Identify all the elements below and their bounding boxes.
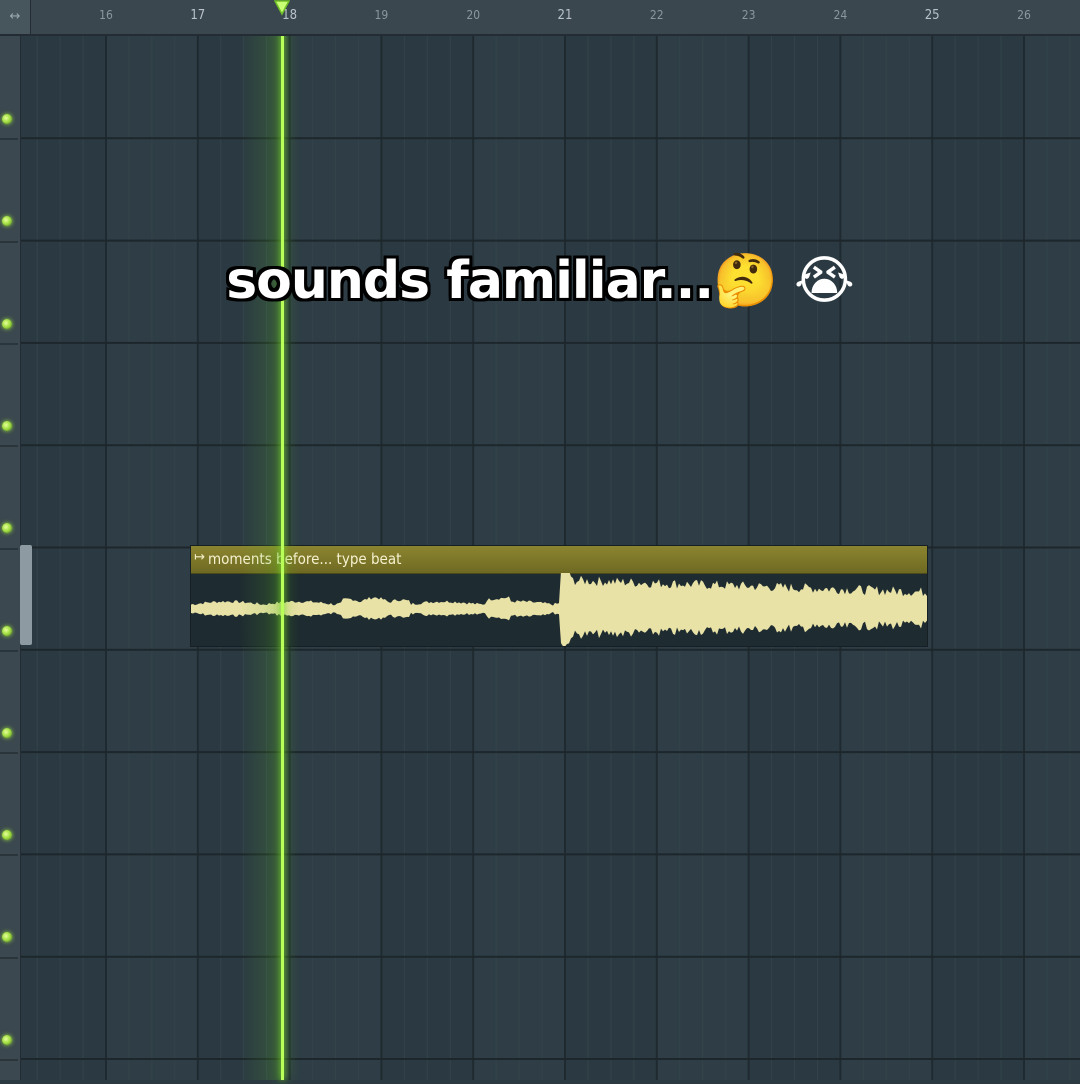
track-led-icon[interactable]: [2, 114, 12, 124]
track-strip: [0, 36, 21, 1080]
bar-number-22: 22: [649, 8, 664, 22]
audio-clip[interactable]: ↦ moments before... type beat: [190, 545, 928, 647]
playhead-marker-icon[interactable]: [274, 0, 290, 16]
bar-number-25: 25: [924, 8, 940, 23]
crying-face-emoji: 😭: [794, 251, 855, 311]
time-ruler[interactable]: ↔ 16 17 18 19 20 21 22 23 24 25 26: [0, 0, 1080, 36]
track-led-icon[interactable]: [2, 523, 12, 534]
bar-number-16: 16: [99, 8, 113, 22]
bar-number-20: 20: [466, 8, 481, 22]
playlist-window: ↦ moments before... type beat ↔ 16 17 18 19…: [0, 0, 1080, 1080]
track-resize-handle[interactable]: [20, 545, 32, 645]
bar-shade: [1024, 36, 1080, 1080]
track-divider: [0, 342, 18, 345]
clip-waveform: [191, 573, 927, 646]
track-divider: [0, 445, 18, 448]
bar-number-23: 23: [741, 8, 756, 22]
video-caption: sounds familiar...🤔 😭: [0, 250, 1080, 311]
track-divider: [0, 956, 18, 959]
playhead-line[interactable]: [281, 0, 284, 1080]
track-divider: [0, 1059, 18, 1061]
track-led-icon[interactable]: [2, 216, 12, 227]
clip-header[interactable]: ↦ moments before... type beat: [191, 546, 927, 574]
track-divider: [0, 752, 18, 755]
track-led-icon[interactable]: [2, 727, 12, 738]
clip-name: moments before... type beat: [208, 550, 402, 568]
track-led-icon[interactable]: [2, 830, 12, 841]
track-divider: [0, 649, 18, 652]
track-led-icon[interactable]: [2, 420, 12, 431]
track-led-icon[interactable]: [2, 932, 12, 943]
bar-number-17: 17: [190, 8, 206, 23]
track-led-icon[interactable]: [2, 1034, 12, 1045]
bar-number-19: 19: [374, 8, 389, 22]
track-divider: [0, 547, 18, 550]
track-divider: [0, 854, 18, 857]
caption-text: sounds familiar...: [226, 251, 714, 311]
waveform-shape: [191, 573, 927, 646]
bar-number-26: 26: [1017, 8, 1031, 22]
track-divider: [0, 240, 18, 243]
thinking-face-emoji: 🤔: [713, 251, 778, 311]
bar-number-21: 21: [557, 8, 573, 23]
ruler-scroll-icon[interactable]: ↔: [0, 0, 31, 34]
track-led-icon[interactable]: [2, 318, 12, 329]
track-led-icon[interactable]: [2, 625, 12, 636]
track-divider: [0, 138, 18, 141]
clip-arrow-icon: ↦: [194, 550, 205, 565]
bar-number-24: 24: [833, 8, 848, 22]
